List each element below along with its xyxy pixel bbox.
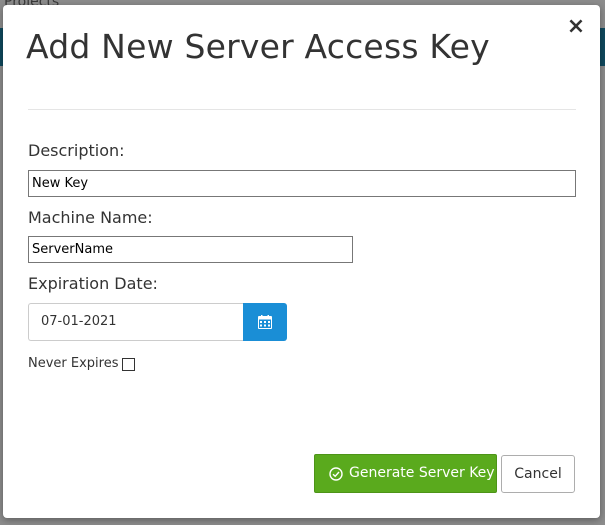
description-input[interactable]: New Key [28,170,576,197]
expiration-date-input[interactable]: 07-01-2021 [28,303,244,341]
header-divider [28,109,576,110]
never-expires-label: Never Expires [28,356,119,371]
generate-server-key-button[interactable]: Generate Server Key [314,454,497,493]
expiration-date-label: Expiration Date: [28,274,158,293]
calendar-icon [258,315,272,329]
close-icon[interactable]: × [564,15,588,39]
generate-server-key-label: Generate Server Key [349,465,495,481]
calendar-button[interactable] [243,303,287,341]
add-server-key-dialog: Add New Server Access Key × Description:… [3,5,600,518]
check-circle-icon [329,467,343,481]
cancel-button[interactable]: Cancel [501,455,575,493]
dialog-title: Add New Server Access Key [26,27,490,66]
machine-name-input[interactable]: ServerName [28,236,353,263]
machine-name-label: Machine Name: [28,208,153,227]
never-expires-checkbox[interactable] [122,358,135,371]
description-label: Description: [28,141,125,160]
